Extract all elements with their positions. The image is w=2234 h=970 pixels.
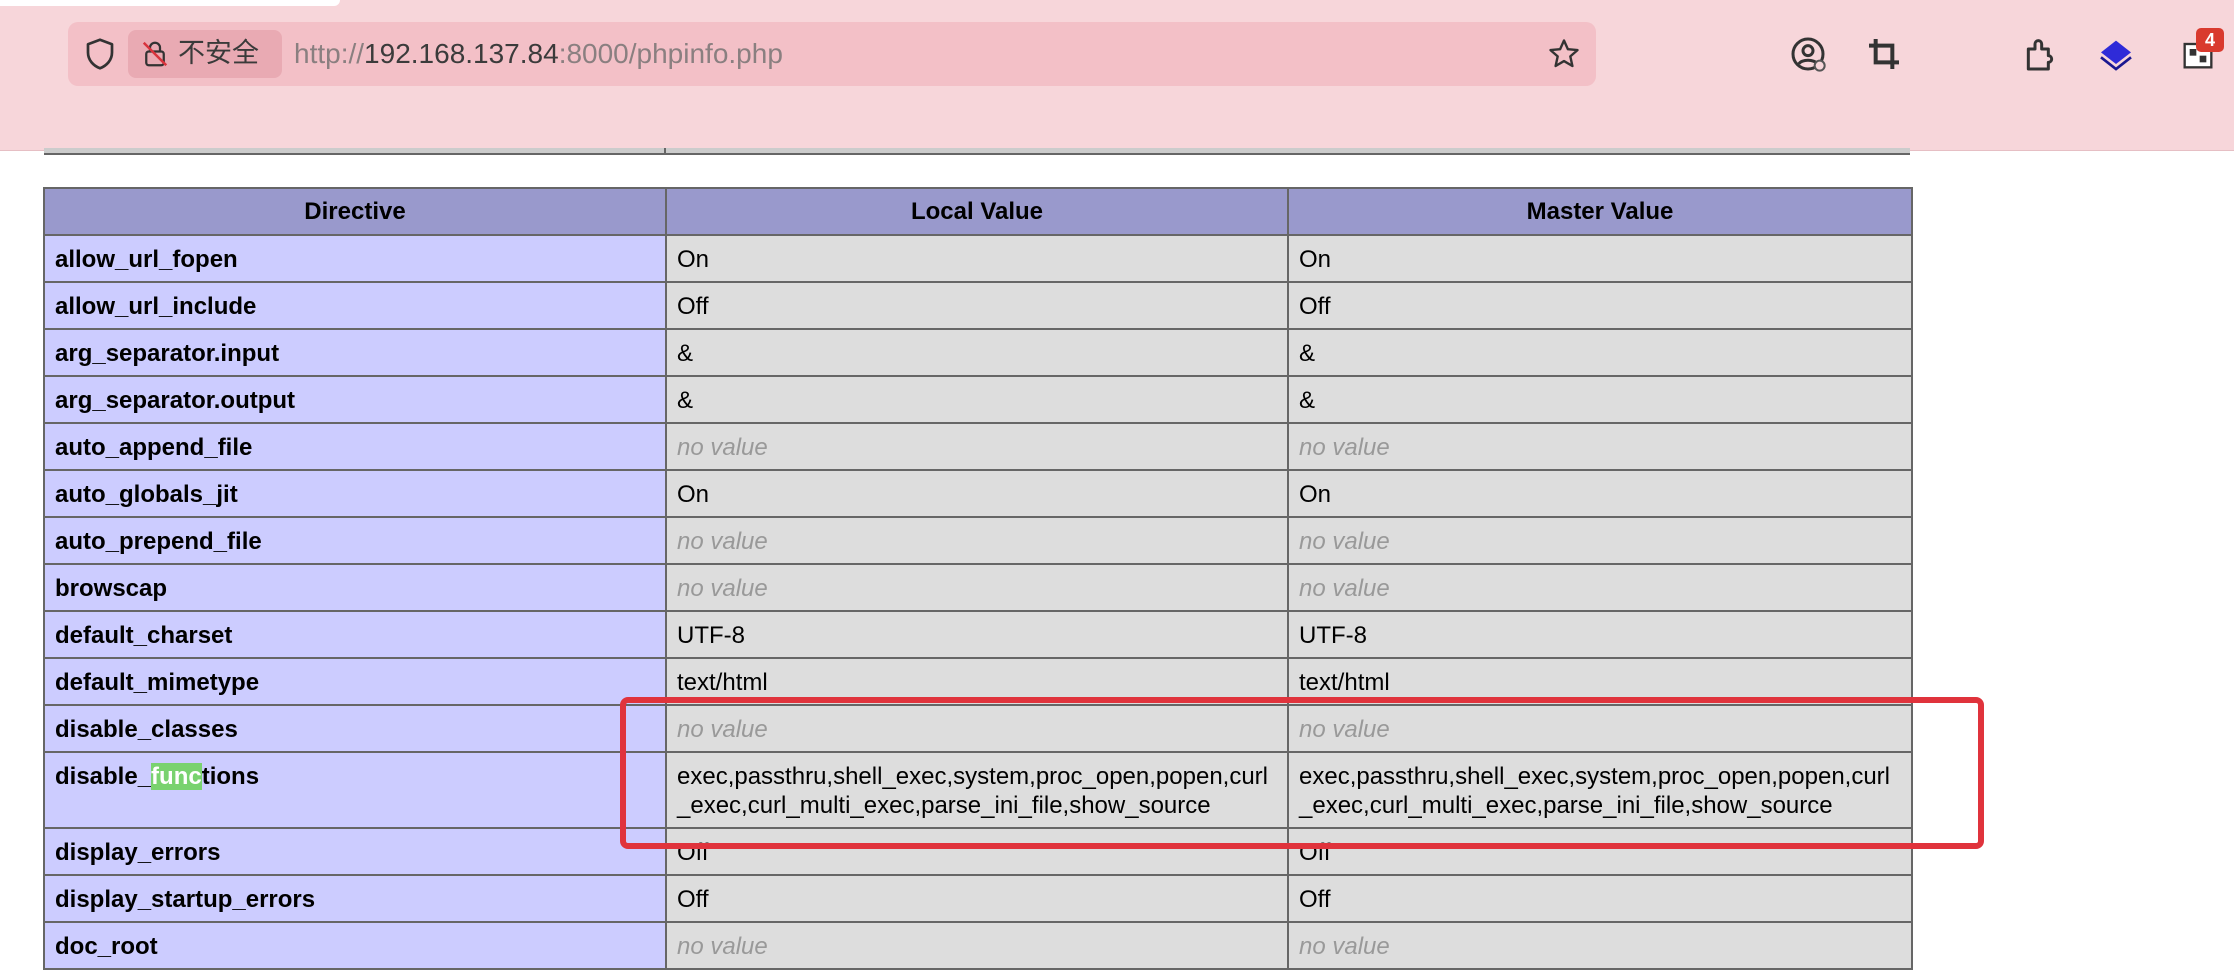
directive-name: display_startup_errors (43, 874, 667, 923)
local-value: no value (665, 704, 1289, 753)
table-row: allow_url_include Off Off (43, 281, 1913, 330)
master-value: text/html (1287, 657, 1913, 706)
local-value: On (665, 234, 1289, 283)
directive-name: allow_url_fopen (43, 234, 667, 283)
directive-name: allow_url_include (43, 281, 667, 330)
security-indicator[interactable]: 不安全 (128, 30, 282, 78)
master-value: no value (1287, 422, 1913, 471)
master-value: On (1287, 234, 1913, 283)
directive-name: display_errors (43, 827, 667, 876)
previous-table-bottom (44, 148, 1910, 155)
table-row: browscap no value no value (43, 563, 1913, 612)
directive-name: default_mimetype (43, 657, 667, 706)
master-value: no value (1287, 516, 1913, 565)
local-value: On (665, 469, 1289, 518)
tracking-protection-shield-icon[interactable] (82, 36, 118, 72)
local-value: exec,passthru,shell_exec,system,proc_ope… (665, 751, 1289, 829)
column-header-master-value: Master Value (1287, 187, 1913, 236)
table-row: display_startup_errors Off Off (43, 874, 1913, 923)
layers-extension-icon[interactable] (2096, 34, 2136, 74)
local-value: & (665, 328, 1289, 377)
table-row-disable-functions: disable_functions exec,passthru,shell_ex… (43, 751, 1913, 829)
url-host: 192.168.137.84 (364, 38, 559, 69)
master-value: Off (1287, 281, 1913, 330)
local-value: no value (665, 422, 1289, 471)
local-value: & (665, 375, 1289, 424)
directive-name: arg_separator.input (43, 328, 667, 377)
table-row: default_mimetype text/html text/html (43, 657, 1913, 706)
local-value: no value (665, 563, 1289, 612)
table-row: default_charset UTF-8 UTF-8 (43, 610, 1913, 659)
table-row: doc_root no value no value (43, 921, 1913, 970)
table-header-row: Directive Local Value Master Value (43, 187, 1913, 236)
master-value: & (1287, 375, 1913, 424)
account-icon[interactable] (1788, 34, 1828, 74)
directive-name: auto_globals_jit (43, 469, 667, 518)
local-value: Off (665, 281, 1289, 330)
address-bar[interactable]: 不安全 http://192.168.137.84:8000/phpinfo.p… (68, 22, 1596, 86)
local-value: Off (665, 827, 1289, 876)
table-row: auto_append_file no value no value (43, 422, 1913, 471)
find-highlight: func (151, 763, 202, 790)
directive-name-prefix: disable_ (55, 763, 152, 790)
master-value: exec,passthru,shell_exec,system,proc_ope… (1287, 751, 1913, 829)
table-row: auto_prepend_file no value no value (43, 516, 1913, 565)
extensions-puzzle-icon[interactable] (2020, 34, 2060, 74)
directive-name: disable_classes (43, 704, 667, 753)
security-label: 不安全 (178, 38, 259, 69)
directive-name: doc_root (43, 921, 667, 970)
url-scheme: http:// (294, 38, 365, 69)
directive-name: default_charset (43, 610, 667, 659)
table-row: arg_separator.input & & (43, 328, 1913, 377)
master-value: no value (1287, 921, 1913, 970)
master-value: Off (1287, 874, 1913, 923)
url-text[interactable]: http://192.168.137.84:8000/phpinfo.php (294, 38, 783, 70)
bookmark-star-icon[interactable] (1546, 36, 1582, 72)
insecure-lock-icon (142, 41, 168, 67)
directive-name: auto_append_file (43, 422, 667, 471)
column-header-local-value: Local Value (665, 187, 1289, 236)
directive-name: auto_prepend_file (43, 516, 667, 565)
master-value: no value (1287, 563, 1913, 612)
table-row: display_errors Off Off (43, 827, 1913, 876)
master-value: UTF-8 (1287, 610, 1913, 659)
table-row: auto_globals_jit On On (43, 469, 1913, 518)
table-row: disable_classes no value no value (43, 704, 1913, 753)
local-value: no value (665, 516, 1289, 565)
local-value: no value (665, 921, 1289, 970)
active-tab-edge[interactable] (0, 0, 340, 6)
directive-name-suffix: tions (201, 763, 260, 790)
local-value: Off (665, 874, 1289, 923)
php-directives-table: Directive Local Value Master Value allow… (43, 187, 1913, 970)
local-value: UTF-8 (665, 610, 1289, 659)
table-row: arg_separator.output & & (43, 375, 1913, 424)
local-value: text/html (665, 657, 1289, 706)
directive-name: browscap (43, 563, 667, 612)
master-value: no value (1287, 704, 1913, 753)
extension-badge: 4 (2196, 28, 2224, 52)
directive-name: arg_separator.output (43, 375, 667, 424)
browser-toolbar: 不安全 http://192.168.137.84:8000/phpinfo.p… (0, 0, 2234, 151)
column-header-directive: Directive (43, 187, 667, 236)
directive-name: disable_functions (43, 751, 667, 829)
url-path: :8000/phpinfo.php (558, 38, 783, 69)
screenshot-crop-icon[interactable] (1864, 34, 1904, 74)
table-row: allow_url_fopen On On (43, 234, 1913, 283)
master-value: Off (1287, 827, 1913, 876)
master-value: & (1287, 328, 1913, 377)
master-value: On (1287, 469, 1913, 518)
